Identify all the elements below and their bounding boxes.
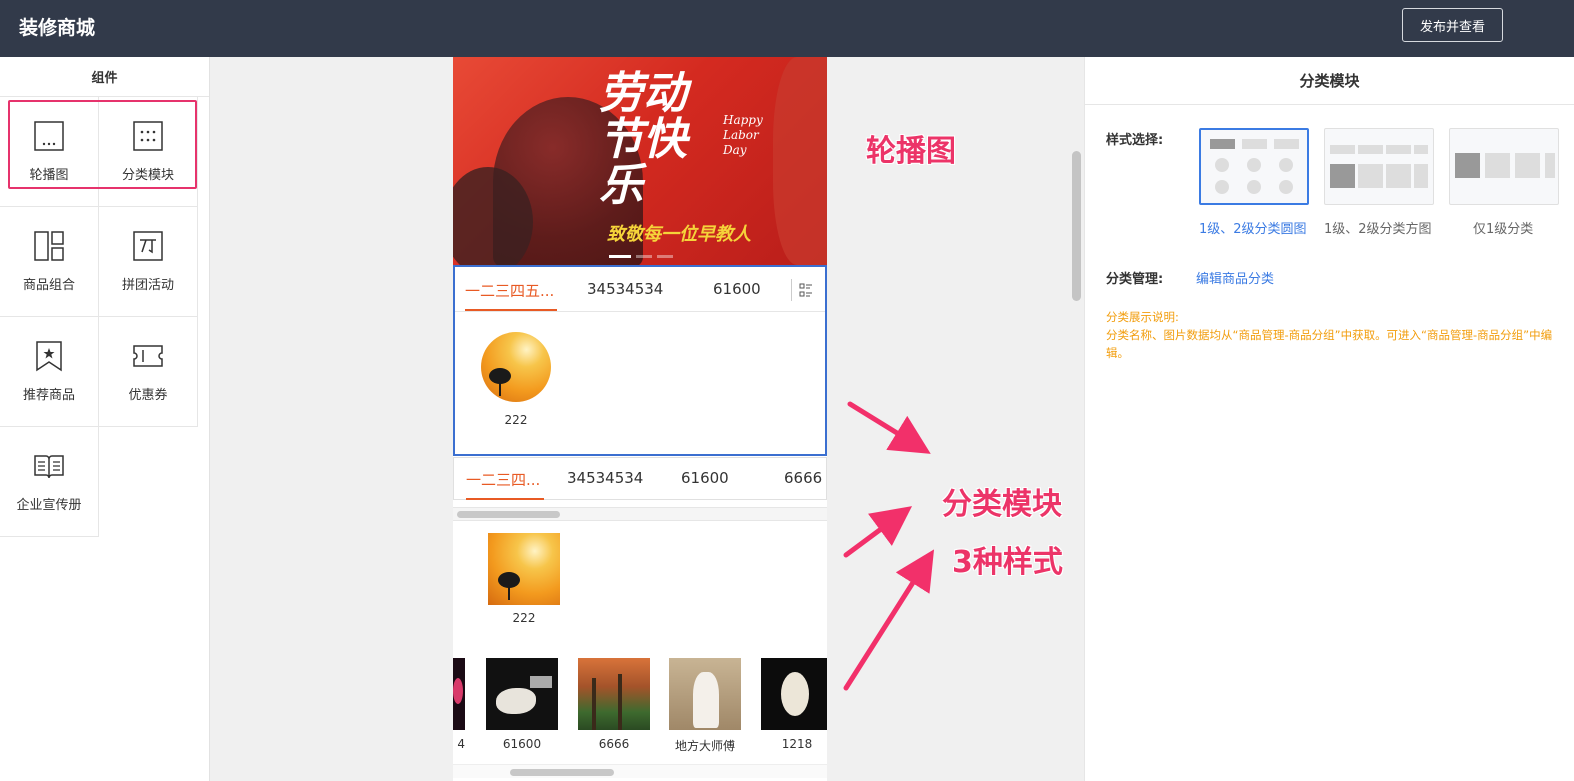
category-tab[interactable]: 34534534 [567,469,643,487]
product-thumb[interactable] [669,658,741,730]
component-label: 商品组合 [22,278,75,293]
category-tab[interactable]: 6666 [784,469,822,487]
style-level1-preview-icon [1455,153,1555,178]
canvas-vertical-scrollbar[interactable] [1072,151,1081,301]
annotation-category: 分类模块 [942,487,1062,522]
active-tab-underline [465,309,557,311]
component-carousel[interactable]: 轮播图 [0,97,99,207]
style-option-square[interactable] [1324,128,1434,205]
annotation-styles: 3种样式 [952,545,1063,580]
edit-category-link[interactable]: 编辑商品分类 [1196,268,1274,287]
product-thumb[interactable] [453,658,465,730]
component-recommend[interactable]: 推荐商品 [0,317,99,427]
product-thumb-label: 6666 [598,737,630,751]
scrollbar-thumb[interactable] [457,511,560,518]
category-module-square[interactable]: 一二三四... 34534534 61600 6666 [453,457,827,500]
category-module-circle[interactable]: 一二三四五... 34534534 61600 222 [453,265,827,456]
category-manage-label: 分类管理: [1106,272,1164,287]
category-note-title: 分类展示说明: [1106,310,1179,324]
scrollbar-thumb[interactable] [510,769,614,776]
coupon-icon [133,345,163,367]
horizontal-scrollbar[interactable] [453,764,827,778]
component-label: 企业宣传册 [16,498,82,513]
carousel-banner[interactable]: 劳动节快乐 Happy Labor Day 致敬每一位早教人 [453,57,827,265]
category-item-label: 222 [504,413,528,427]
category-tab[interactable]: 一二三四... [466,469,540,490]
product-thumb-label: 61600 [502,737,542,751]
component-label: 优惠券 [128,388,168,403]
category-item-image[interactable] [481,332,551,402]
horizontal-scrollbar[interactable] [453,507,827,521]
component-label: 拼团活动 [121,278,174,293]
category-note-body: 分类名称、图片数据均从“商品管理-商品分组”中获取。可进入“商品管理-商品分组”… [1106,328,1553,360]
component-label: 推荐商品 [22,388,75,403]
category-item-label: 222 [512,611,536,625]
top-bar: 装修商城 发布并查看 [0,0,1574,57]
component-brochure[interactable]: 企业宣传册 [0,427,99,537]
carousel-icon [34,121,64,151]
banner-subtitle: 致敬每一位早教人 [607,224,751,245]
style-caption[interactable]: 1级、2级分类圆图 [1199,218,1307,237]
style-circle-preview-icon [1210,139,1299,194]
product-thumb[interactable] [578,658,650,730]
category-list-icon[interactable] [791,279,813,301]
category-item-image[interactable] [488,533,560,605]
style-caption[interactable]: 1级、2级分类方图 [1324,218,1432,237]
component-panel: 组件 轮播图 分类模块 商品组合 拼团活动 推荐商品 优惠券 企业宣传册 [0,57,210,781]
component-product-combo[interactable]: 商品组合 [0,207,99,317]
brochure-book-icon [34,455,64,479]
style-square-preview-icon [1330,145,1428,188]
product-thumb[interactable] [761,658,827,730]
phone-preview: 劳动节快乐 Happy Labor Day 致敬每一位早教人 一二三四五... … [453,57,827,781]
component-category[interactable]: 分类模块 [99,97,198,207]
active-tab-underline [466,498,544,500]
recommend-bookmark-icon [36,341,62,372]
banner-figure [773,57,827,265]
style-caption[interactable]: 仅1级分类 [1473,218,1533,237]
style-option-circle[interactable] [1199,128,1309,205]
component-coupon[interactable]: 优惠券 [99,317,198,427]
carousel-dot[interactable] [657,255,673,258]
category-tab[interactable]: 34534534 [587,280,663,298]
component-label: 分类模块 [121,168,174,183]
category-tabs: 一二三四五... 34534534 61600 [455,267,825,312]
component-label: 轮播图 [29,168,69,183]
style-option-level1[interactable] [1449,128,1559,205]
category-tab[interactable]: 61600 [681,469,729,487]
product-thumb-label: 4 [457,737,465,751]
category-tab[interactable]: 一二三四五... [465,280,554,301]
annotation-carousel: 轮播图 [866,134,956,169]
category-note: 分类展示说明: 分类名称、图片数据均从“商品管理-商品分组”中获取。可进入“商品… [1106,308,1561,362]
banner-headline: 劳动节快乐 [599,68,687,211]
product-thumb-label: 地方大师傅 [674,739,735,753]
carousel-dots [609,255,673,258]
publish-button[interactable]: 发布并查看 [1402,8,1503,42]
component-group-buy[interactable]: 拼团活动 [99,207,198,317]
carousel-dot[interactable] [609,255,631,258]
category-tab[interactable]: 61600 [713,280,761,298]
product-thumb-label: 1218 [781,737,813,751]
settings-panel-title: 分类模块 [1085,57,1574,105]
category-grid-icon [133,121,163,151]
app-title: 装修商城 [19,17,96,39]
settings-panel: 分类模块 样式选择: 1级、2级分类圆图 1级、2级分类方图 仅1级分类 分类管… [1084,57,1574,781]
banner-english: Happy Labor Day [723,113,763,157]
style-select-label: 样式选择: [1106,133,1164,148]
carousel-dot[interactable] [636,255,652,258]
product-thumb[interactable] [486,658,558,730]
product-combo-icon [34,231,64,261]
component-panel-title: 组件 [0,57,209,97]
group-buy-icon [133,231,163,261]
